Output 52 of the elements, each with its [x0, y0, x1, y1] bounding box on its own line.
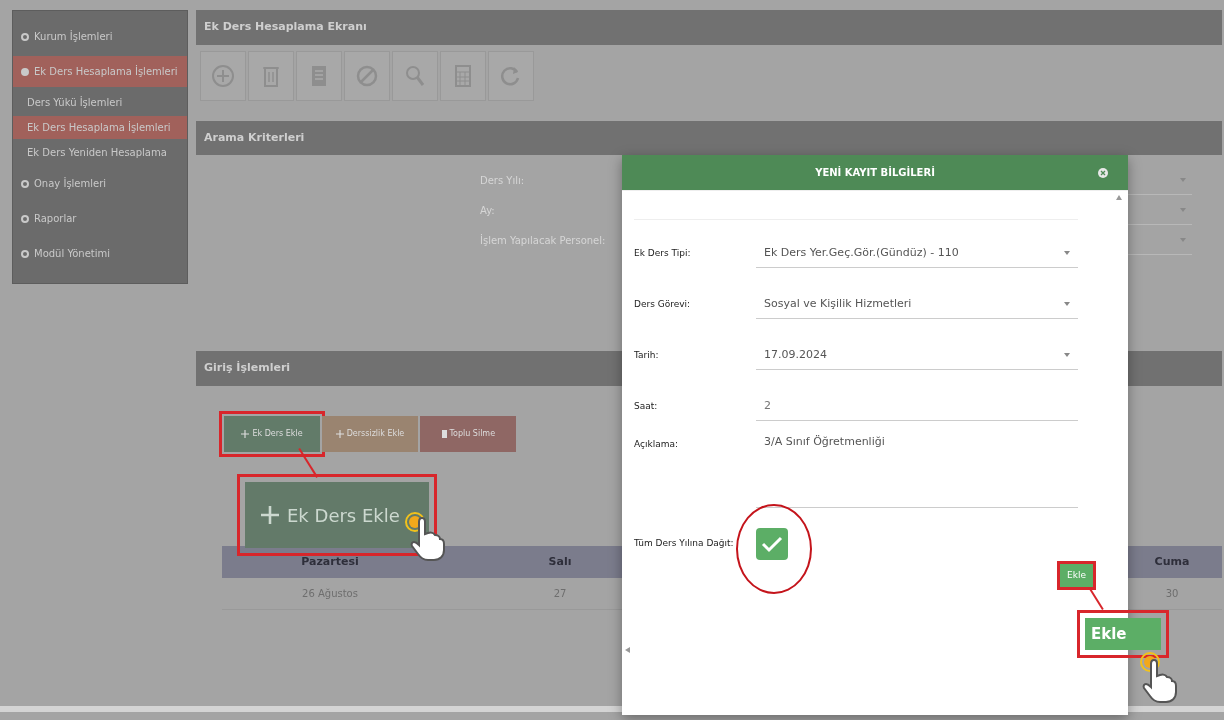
checkbox[interactable]: [756, 527, 788, 560]
caret-icon: [1064, 302, 1070, 306]
sidebar-subitem[interactable]: Ders Yükü İşlemleri: [13, 91, 187, 114]
zoomed-button[interactable]: Ek Ders Ekle: [245, 482, 429, 548]
collapsed-dot-icon: [21, 249, 29, 258]
collapsed-dot-icon: [21, 179, 29, 188]
collapsed-dot-icon: [21, 32, 29, 41]
toolbar-button[interactable]: [344, 50, 390, 101]
field-label: Ders Görevi:: [634, 297, 692, 311]
field-label: Ek Ders Tipi:: [634, 246, 692, 260]
plus-icon: [261, 506, 279, 524]
scroll-left-icon[interactable]: [625, 647, 630, 653]
panel-title: Arama Kriterleri: [196, 120, 1222, 155]
collapsed-dot-icon: [21, 214, 29, 223]
caret-icon: [1180, 177, 1186, 182]
toolbar-button[interactable]: [440, 50, 486, 101]
toolbar-button[interactable]: [392, 50, 438, 101]
trash-icon: [440, 429, 447, 438]
hand-cursor-icon: [408, 516, 446, 562]
page-title: Ek Ders Hesaplama Ekranı: [196, 10, 1222, 45]
field-label: Tarih:: [634, 348, 660, 362]
dialog-title: YENİ KAYIT BİLGİLERİ: [815, 165, 935, 180]
sidebar-item[interactable]: Ek Ders Hesaplama İşlemleri: [13, 56, 187, 87]
toolbar-button[interactable]: [200, 50, 246, 101]
search-icon: [403, 63, 427, 88]
expanded-dot-icon: [21, 67, 29, 76]
caret-icon: [1180, 207, 1186, 212]
plus-icon: [241, 429, 250, 438]
sidebar-item[interactable]: Kurum İşlemleri: [13, 21, 187, 52]
hand-cursor-icon: [1140, 658, 1178, 704]
sidebar-item[interactable]: Raporlar: [13, 203, 187, 234]
sidebar-item[interactable]: Onay İşlemleri: [13, 168, 187, 199]
action-button[interactable]: Derssizlik Ekle: [322, 415, 418, 452]
toolbar-button[interactable]: [296, 50, 342, 101]
close-icon[interactable]: [1098, 168, 1108, 178]
caret-icon: [1180, 237, 1186, 242]
caret-icon: [1064, 251, 1070, 255]
toolbar-button[interactable]: [488, 50, 534, 101]
sidebar-subitem[interactable]: Ek Ders Yeniden Hesaplama: [13, 141, 187, 164]
sidebar-item[interactable]: Modül Yönetimi: [13, 238, 187, 269]
zoomed-button[interactable]: Ekle: [1085, 618, 1161, 650]
plus-circle-icon: [211, 63, 235, 88]
prohibited-icon: [355, 63, 379, 88]
add-button[interactable]: Ekle: [1057, 560, 1096, 590]
scroll-up-icon[interactable]: [1116, 195, 1122, 200]
field-label: Saat:: [634, 399, 659, 413]
plus-icon: [335, 429, 344, 438]
action-button[interactable]: Toplu Silme: [420, 415, 516, 452]
field-label: Açıklama:: [634, 438, 679, 451]
toolbar-button[interactable]: [248, 50, 294, 101]
sidebar-subitem[interactable]: Ek Ders Hesaplama İşlemleri: [13, 116, 187, 139]
caret-icon: [1064, 353, 1070, 357]
